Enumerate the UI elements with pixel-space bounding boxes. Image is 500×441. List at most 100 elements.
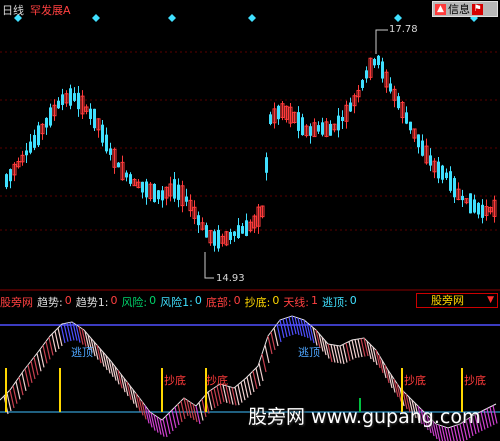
candlestick [89, 108, 92, 119]
risk1-label: 风险1: [160, 296, 193, 309]
escape-top-signal-2: 逃顶 [298, 346, 320, 359]
oscillator-hatch [174, 406, 180, 426]
signal-diamond-icon [248, 14, 256, 22]
candlestick [29, 141, 32, 153]
candlestick [141, 181, 144, 193]
oscillator-hatch [15, 381, 21, 400]
candlestick [477, 202, 480, 215]
oscillator-hatch [42, 345, 48, 364]
candlestick [297, 112, 300, 131]
candlestick [373, 59, 376, 66]
candlestick [453, 178, 456, 198]
candlestick [173, 179, 176, 199]
candlestick [341, 116, 344, 122]
candlestick [405, 112, 408, 124]
oscillator-hatch [165, 415, 171, 435]
candlestick [245, 220, 248, 236]
candlestick [237, 225, 240, 238]
candlestick [105, 134, 108, 152]
oscillator-hatch [255, 367, 261, 387]
candlestick [449, 171, 452, 191]
candlestick [49, 107, 52, 126]
oscillator-hatch [48, 337, 54, 356]
candlestick [153, 183, 156, 203]
candlestick [337, 115, 340, 131]
risk-label: 风险: [121, 296, 148, 309]
buy-bottom-signal-3: 抄底 [404, 374, 426, 387]
oscillator-hatch [18, 377, 24, 396]
escape-top-signal-1: 逃顶 [71, 346, 93, 359]
low-pointer-line [204, 252, 214, 279]
oscillator-hatch [21, 372, 27, 391]
trend1-value: 0 [110, 294, 118, 307]
oscillator-hatch [12, 385, 18, 404]
oscillator-hatch [45, 341, 51, 360]
watermark: 股旁网 www.gupang.com [248, 406, 481, 428]
candlestick [213, 231, 216, 246]
oscillator-hatch [6, 392, 12, 412]
period-label[interactable]: 日线 [2, 2, 24, 18]
indicator-select[interactable]: 股旁网 ▼ [416, 293, 498, 308]
oscillator-hatch [39, 349, 45, 368]
oscillator-hatch [246, 376, 252, 396]
indicator-source[interactable]: 股旁网 [0, 294, 33, 309]
indicator-bar: 股旁网 趋势: 0 趋势1: 0 风险: 0 风险1: 0 底部: 0 抄底: … [0, 294, 357, 309]
trend-label: 趋势: [37, 296, 63, 309]
oscillator-hatch [33, 357, 39, 376]
oscillator-hatch [267, 335, 273, 355]
oscillator-hatch [51, 333, 57, 353]
flag-icon: ⚑ [472, 3, 483, 15]
oscillator-hatch [207, 391, 213, 411]
candlestick [481, 204, 484, 218]
oscillator-hatch [210, 389, 216, 409]
candlestick [61, 94, 64, 105]
info-button-label: 信息 [448, 3, 470, 16]
candlestick [109, 148, 112, 155]
candlestick [233, 231, 236, 236]
price-low-label: 14.93 [216, 273, 245, 284]
oscillator-hatch [180, 400, 186, 420]
candlestick [361, 80, 364, 88]
oscillator-hatch [264, 344, 270, 364]
indicator-select-value: 股旁网 [431, 294, 464, 307]
candlestick [321, 122, 324, 135]
oscillator-hatch [276, 323, 282, 343]
high-pointer-line [375, 29, 388, 54]
candlestick [25, 150, 28, 156]
buy-bottom-signal-4: 抄底 [464, 374, 486, 387]
candlestick [229, 231, 232, 241]
candlestick [417, 134, 420, 148]
bottom-label: 底部: [205, 296, 232, 309]
chevron-up-icon: ▲ [435, 3, 446, 15]
buy-bottom-label: 抄底: [244, 296, 271, 309]
trend1-label: 趋势1: [75, 296, 109, 309]
antenna-value: 1 [311, 294, 319, 307]
oscillator-hatch [9, 389, 15, 409]
candlestick [329, 123, 332, 136]
buy-bottom-signal-2: 抄底 [206, 374, 228, 387]
candlestick [145, 181, 148, 198]
candlestick [101, 124, 104, 143]
indicator-title: 罕发展A [30, 4, 71, 17]
oscillator-hatch [240, 382, 246, 401]
candlestick [37, 125, 40, 146]
oscillator-hatch [243, 379, 249, 398]
oscillator-hatch [213, 387, 219, 407]
candlestick [365, 70, 368, 79]
escape-top-value: 0 [349, 294, 357, 307]
oscillator-hatch [57, 327, 63, 347]
candlestick [129, 174, 132, 184]
candlestick [185, 196, 188, 202]
candlestick [5, 174, 8, 188]
candlestick [57, 100, 60, 109]
oscillator-hatch [171, 409, 177, 429]
buy-bottom-signal-1: 抄底 [164, 374, 186, 387]
dropdown-arrow-icon: ▼ [487, 295, 494, 305]
signal-diamond-icon [168, 14, 176, 22]
trend-value: 0 [64, 294, 72, 307]
risk1-value: 0 [194, 294, 202, 307]
info-button[interactable]: ▲ 信息 ⚑ [432, 1, 498, 17]
candlestick [77, 92, 80, 110]
candlestick [205, 225, 208, 238]
candlestick [317, 125, 320, 132]
